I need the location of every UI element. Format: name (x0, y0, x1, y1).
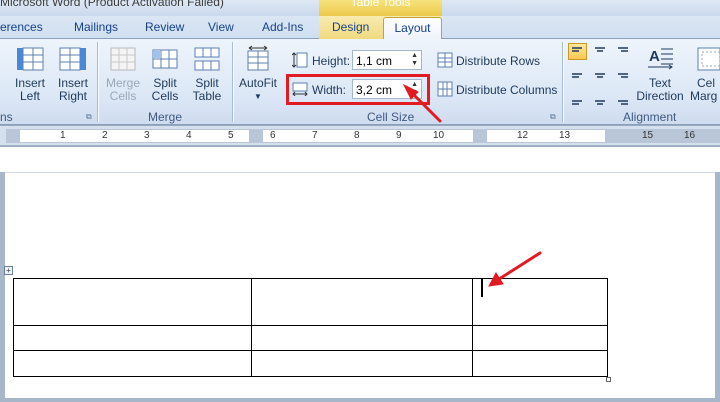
table-cell[interactable] (251, 350, 473, 377)
insert-right-icon (59, 47, 86, 71)
ruler-number: 4 (186, 130, 192, 141)
ruler-margin-right (605, 130, 720, 142)
table-cell[interactable] (472, 278, 608, 326)
merge-cells-button[interactable]: Merge Cells (104, 45, 142, 103)
table-cell[interactable] (472, 325, 608, 351)
table-row (13, 278, 608, 326)
ruler-number: 8 (354, 130, 360, 141)
insert-left-icon (17, 47, 44, 71)
svg-text:A: A (649, 48, 660, 65)
cell-margins-icon (697, 47, 720, 71)
distribute-rows-button[interactable]: Distribute Rows (456, 54, 540, 68)
text-direction-icon: A (648, 48, 673, 70)
dialog-launcher-icon[interactable]: ⧉ (86, 112, 95, 121)
document-table[interactable] (13, 278, 608, 377)
alignment-lines-icon (572, 47, 628, 105)
ruler-number: 9 (396, 130, 402, 141)
text-cursor (481, 278, 483, 297)
autofit-button[interactable]: AutoFit ▼ (238, 45, 278, 103)
table-move-handle-icon[interactable]: + (4, 266, 13, 275)
distribute-columns-icon (437, 81, 453, 97)
width-highlight-box (286, 74, 430, 105)
table-cell[interactable] (472, 350, 608, 377)
height-spinner[interactable]: 1,1 cm ▲ ▼ (352, 50, 422, 70)
tab-view[interactable]: View (208, 20, 234, 34)
ruler-number: 2 (102, 130, 108, 141)
split-cells-icon (152, 49, 178, 69)
page-gap (0, 147, 720, 172)
distribute-rows-icon (437, 52, 453, 68)
text-direction-button[interactable]: A Text Direction (636, 45, 684, 103)
ruler-number: 15 (642, 130, 654, 141)
height-label: Height: (312, 54, 351, 68)
ruler-margin-left (6, 130, 20, 142)
dialog-launcher-icon[interactable]: ⧉ (550, 112, 559, 121)
row-height-icon (292, 52, 308, 68)
merge-cells-icon (110, 47, 136, 71)
table-cell[interactable] (251, 325, 473, 351)
tab-design[interactable]: Design (332, 20, 369, 34)
tab-mailings[interactable]: Mailings (74, 20, 118, 34)
ruler-column-marker[interactable] (249, 130, 263, 142)
ruler-number: 1 (60, 130, 66, 141)
table-cell[interactable] (13, 325, 252, 351)
group-separator (97, 42, 98, 122)
ruler-column-marker[interactable] (473, 130, 487, 142)
ruler-number: 13 (559, 130, 571, 141)
table-resize-handle[interactable] (606, 377, 611, 382)
rows-columns-group-label: ns (0, 110, 13, 124)
ribbon-tabs: erences Mailings Review View Add-Ins Des… (0, 16, 720, 40)
ruler-number: 3 (144, 130, 150, 141)
split-cells-button[interactable]: Split Cells (146, 45, 184, 103)
table-cell[interactable] (13, 278, 252, 326)
table-row (13, 325, 608, 351)
table-cell[interactable] (251, 278, 473, 326)
tab-review[interactable]: Review (145, 20, 184, 34)
distribute-columns-button[interactable]: Distribute Columns (456, 83, 557, 97)
tab-add-ins[interactable]: Add-Ins (262, 20, 303, 34)
ruler-number: 12 (517, 130, 529, 141)
tab-references[interactable]: erences (0, 20, 43, 34)
window-title: Microsoft Word (Product Activation Faile… (0, 0, 224, 9)
cell-size-group-label: Cell Size (367, 110, 415, 124)
ruler-number: 16 (684, 130, 696, 141)
autofit-icon (247, 45, 269, 71)
ruler-number: 7 (312, 130, 318, 141)
table-tools-context-label: Table Tools (319, 0, 442, 16)
split-table-icon (194, 47, 220, 71)
ruler-number: 10 (433, 130, 445, 141)
cell-margins-button[interactable]: Cel Marg (690, 45, 720, 103)
tab-layout[interactable]: Layout (383, 17, 442, 40)
table-row (13, 350, 608, 377)
merge-group-label: Merge (148, 110, 183, 124)
height-value[interactable]: 1,1 cm (356, 54, 392, 68)
group-separator (232, 42, 233, 122)
spinner-arrows-icon[interactable]: ▲ ▼ (411, 52, 418, 68)
alignment-group-label: Alignment (623, 110, 677, 124)
insert-left-button[interactable]: Insert Left (12, 45, 48, 103)
autofit-dropdown-icon: ▼ (254, 92, 262, 101)
group-separator (562, 42, 563, 122)
split-table-button[interactable]: Split Table (188, 45, 226, 103)
ruler-number: 5 (228, 130, 234, 141)
table-cell[interactable] (13, 350, 252, 377)
horizontal-ruler[interactable]: 1 2 3 4 5 6 7 8 9 10 12 13 15 16 (0, 126, 720, 146)
insert-right-button[interactable]: Insert Right (55, 45, 91, 103)
ruler-number: 6 (270, 130, 276, 141)
